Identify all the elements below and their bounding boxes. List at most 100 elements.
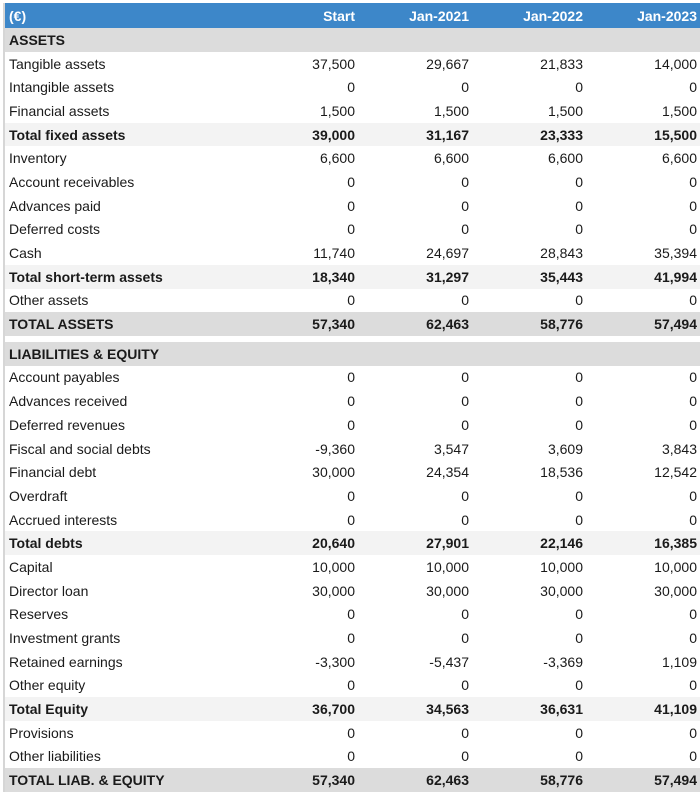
value-cell: 30,000 (473, 578, 587, 603)
value-cell: 0 (245, 626, 359, 650)
value-cell: 27,901 (359, 531, 473, 556)
row-label: Tangible assets (5, 51, 245, 76)
row-label: Cash (5, 241, 245, 265)
table-row: Reserves 0 0 0 0 (5, 602, 700, 627)
value-cell: 0 (587, 507, 700, 532)
table-row: Other liabilities 0 0 0 0 (5, 744, 700, 769)
row-label: Inventory (5, 146, 245, 171)
value-cell: 0 (473, 744, 587, 769)
value-cell: 0 (587, 389, 700, 413)
grand-total-row: TOTAL ASSETS 57,340 62,463 58,776 57,494 (5, 312, 700, 336)
value-cell: 3,609 (473, 436, 587, 461)
value-cell: 0 (587, 413, 700, 437)
row-label: Capital (5, 555, 245, 579)
section-heading-row: ASSETS (5, 28, 700, 52)
value-cell: 41,994 (587, 264, 700, 289)
value-cell: 0 (245, 602, 359, 627)
row-label: Account receivables (5, 170, 245, 194)
row-label: Investment grants (5, 626, 245, 650)
grand-total-row: TOTAL LIAB. & EQUITY 57,340 62,463 58,776 57… (5, 768, 700, 792)
value-cell: 0 (587, 170, 700, 194)
value-cell (359, 341, 473, 366)
value-cell: 0 (359, 744, 473, 769)
value-cell: 15,500 (587, 122, 700, 147)
value-cell: 36,700 (245, 697, 359, 721)
value-cell: 0 (587, 720, 700, 745)
subtotal-row: Total Equity 36,700 34,563 36,631 41,109 (5, 697, 700, 721)
value-cell: 31,297 (359, 264, 473, 289)
row-label: TOTAL ASSETS (5, 312, 245, 336)
value-cell: 0 (359, 288, 473, 313)
value-cell: 0 (473, 75, 587, 100)
value-cell: 0 (245, 673, 359, 698)
table-row: Provisions 0 0 0 0 (5, 720, 700, 745)
value-cell: 0 (359, 413, 473, 437)
value-cell (245, 28, 359, 52)
section-heading-row: LIABILITIES & EQUITY (5, 341, 700, 366)
value-cell: 58,776 (473, 768, 587, 792)
table-row: Other equity 0 0 0 0 (5, 673, 700, 698)
value-cell: 1,500 (473, 99, 587, 123)
value-cell: 0 (473, 720, 587, 745)
value-cell: 62,463 (359, 312, 473, 336)
value-cell: 57,340 (245, 312, 359, 336)
value-cell: 0 (245, 720, 359, 745)
row-label: Total short-term assets (5, 264, 245, 289)
row-label: Director loan (5, 578, 245, 603)
value-cell: 6,600 (359, 146, 473, 171)
row-label: LIABILITIES & EQUITY (5, 341, 245, 366)
value-cell: 0 (473, 673, 587, 698)
value-cell: 0 (473, 170, 587, 194)
value-cell: 37,500 (245, 51, 359, 76)
value-cell: 0 (587, 193, 700, 218)
row-label: Total debts (5, 531, 245, 556)
value-cell: 0 (587, 288, 700, 313)
table-row: Financial assets 1,500 1,500 1,500 1,500 (5, 99, 700, 123)
value-cell: 0 (587, 217, 700, 242)
table-row: Accrued interests 0 0 0 0 (5, 507, 700, 532)
currency-unit-header: (€) (5, 3, 245, 28)
value-cell: 30,000 (245, 460, 359, 485)
value-cell: 22,146 (473, 531, 587, 556)
column-header-jan-2022: Jan-2022 (473, 3, 587, 28)
value-cell: 0 (473, 602, 587, 627)
value-cell: 0 (473, 193, 587, 218)
value-cell: 0 (473, 484, 587, 508)
value-cell: 30,000 (587, 578, 700, 603)
value-cell (587, 28, 700, 52)
table-body: ASSETS Tangible assets 37,500 29,667 21,833 1… (5, 28, 700, 792)
value-cell: 0 (359, 484, 473, 508)
value-cell (473, 28, 587, 52)
value-cell: 0 (245, 507, 359, 532)
subtotal-row: Total debts 20,640 27,901 22,146 16,385 (5, 531, 700, 556)
value-cell: 34,563 (359, 697, 473, 721)
value-cell: 0 (587, 744, 700, 769)
value-cell: 0 (473, 389, 587, 413)
value-cell: 10,000 (587, 555, 700, 579)
value-cell: 0 (473, 217, 587, 242)
value-cell: 0 (587, 626, 700, 650)
value-cell (473, 341, 587, 366)
row-label: Financial debt (5, 460, 245, 485)
value-cell: 0 (359, 365, 473, 390)
value-cell: 18,340 (245, 264, 359, 289)
value-cell: 62,463 (359, 768, 473, 792)
row-label: Total Equity (5, 697, 245, 721)
value-cell: 35,443 (473, 264, 587, 289)
value-cell: -9,360 (245, 436, 359, 461)
table-row: Overdraft 0 0 0 0 (5, 484, 700, 508)
row-label: Deferred costs (5, 217, 245, 242)
value-cell: 0 (587, 484, 700, 508)
value-cell: 24,697 (359, 241, 473, 265)
value-cell: 12,542 (587, 460, 700, 485)
value-cell: 1,109 (587, 649, 700, 674)
value-cell: 0 (473, 507, 587, 532)
table-row: Tangible assets 37,500 29,667 21,833 14,000 (5, 51, 700, 76)
row-label: Retained earnings (5, 649, 245, 674)
value-cell: 0 (359, 217, 473, 242)
row-label: Total fixed assets (5, 122, 245, 147)
value-cell: 58,776 (473, 312, 587, 336)
value-cell: 0 (587, 602, 700, 627)
table-row: Director loan 30,000 30,000 30,000 30,000 (5, 578, 700, 603)
row-label: ASSETS (5, 28, 245, 52)
